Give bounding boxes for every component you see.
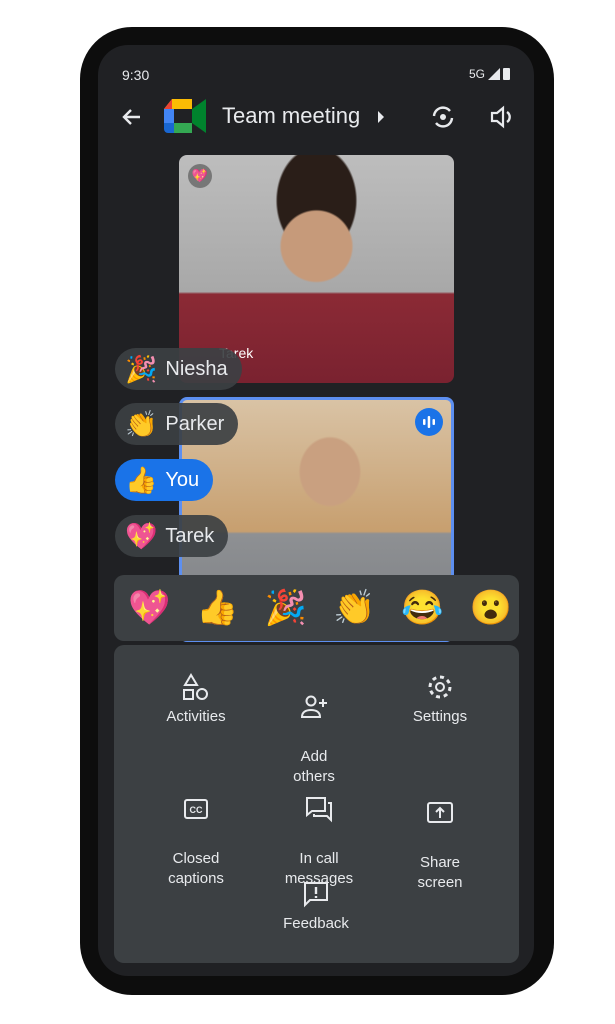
clapping-icon[interactable]: 👏 <box>333 588 375 628</box>
reaction-pill: 💖 Tarek <box>115 515 229 557</box>
activities-icon <box>183 673 208 700</box>
status-time: 9:30 <box>122 67 150 83</box>
closed-captions-label: Closed captions <box>168 850 224 887</box>
reaction-name: You <box>165 468 200 491</box>
speaker-icon[interactable] <box>490 105 516 129</box>
add-others-button[interactable]: Add others <box>259 673 369 787</box>
share-screen-label: Share screen <box>417 854 463 891</box>
add-person-icon <box>300 695 327 718</box>
thumbs-up-icon: 👍 <box>125 465 158 495</box>
closed-captions-button[interactable]: CC Closed captions <box>141 775 251 889</box>
screen: 9:30 5G Team meeting 💖 Tarek 🎉 Niesha 👏 Pa… <box>98 45 534 976</box>
back-arrow-icon[interactable] <box>120 105 144 129</box>
party-popper-icon[interactable]: 🎉 <box>265 588 307 628</box>
in-call-messages-button[interactable]: In call messages <box>264 775 374 889</box>
feedback-icon <box>304 882 328 908</box>
settings-button[interactable]: Settings <box>385 673 495 727</box>
feedback-button[interactable]: Feedback <box>261 880 371 934</box>
feedback-label: Feedback <box>283 915 349 932</box>
meet-logo-icon <box>164 99 206 133</box>
thumbs-up-icon[interactable]: 👍 <box>196 588 238 628</box>
surprised-face-icon[interactable]: 😮 <box>470 588 512 628</box>
party-popper-icon: 🎉 <box>125 354 158 384</box>
switch-camera-icon[interactable] <box>430 104 456 130</box>
status-icons: 5G <box>469 67 510 81</box>
sparkling-heart-icon: 💖 <box>125 521 158 551</box>
share-screen-icon <box>427 802 453 823</box>
chat-icon <box>306 797 332 823</box>
battery-icon <box>503 68 510 80</box>
settings-label: Settings <box>412 708 468 725</box>
reaction-pill-self: 👍 You <box>115 459 214 501</box>
network-label: 5G <box>468 67 485 81</box>
signal-icon <box>488 68 500 80</box>
clapping-icon: 👏 <box>125 409 158 439</box>
meeting-title[interactable]: Team meeting <box>222 103 360 129</box>
sparkling-heart-icon[interactable]: 💖 <box>128 588 170 628</box>
reaction-badge: 💖 <box>188 164 212 188</box>
gear-icon <box>428 675 452 699</box>
tears-of-joy-icon[interactable]: 😂 <box>401 588 443 628</box>
emoji-reaction-bar: 💖 👍 🎉 👏 😂 😮 🤔 <box>114 575 519 641</box>
reaction-name: Tarek <box>165 524 215 547</box>
reaction-name: Parker <box>165 412 225 435</box>
share-screen-button[interactable]: Share screen <box>385 779 495 893</box>
activities-label: Activities <box>166 708 226 725</box>
more-options-panel: Activities Add others Settings CC Closed… <box>114 645 519 963</box>
reaction-name: Niesha <box>165 357 228 380</box>
caret-right-icon[interactable] <box>376 110 386 124</box>
reaction-pill: 👏 Parker <box>115 403 239 445</box>
speaking-indicator-icon <box>415 408 443 436</box>
activities-button[interactable]: Activities <box>141 673 251 727</box>
svg-text:CC: CC <box>190 805 203 815</box>
closed-captions-icon: CC <box>184 799 208 819</box>
reaction-pill: 🎉 Niesha <box>115 348 242 390</box>
